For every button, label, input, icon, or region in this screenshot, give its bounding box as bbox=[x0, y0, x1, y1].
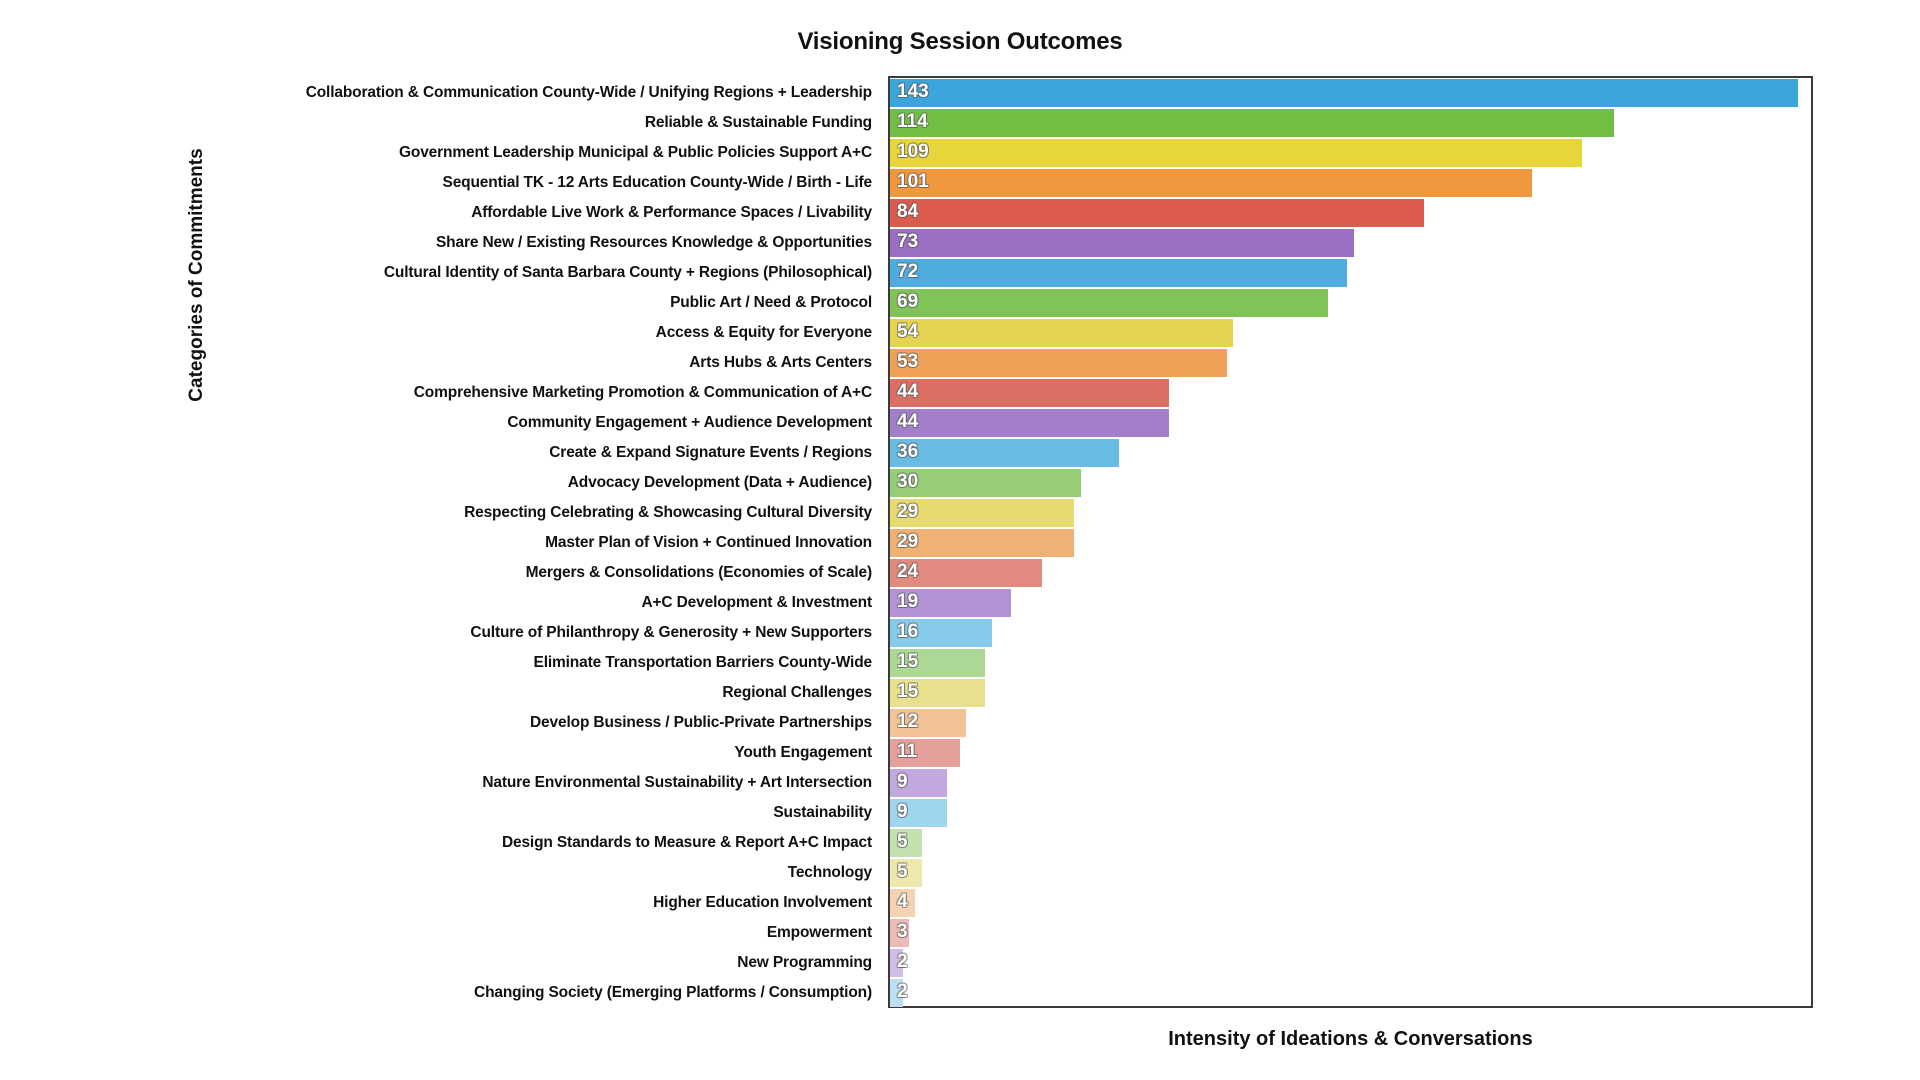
y-tick-label: Sustainability bbox=[773, 804, 872, 821]
bar-row: Mergers & Consolidations (Economies of S… bbox=[526, 558, 1811, 588]
y-tick-label: New Programming bbox=[737, 954, 872, 971]
y-tick-label: A+C Development & Investment bbox=[641, 594, 872, 611]
bar-row: Culture of Philanthropy & Generosity + N… bbox=[470, 618, 1811, 648]
bar bbox=[890, 319, 1233, 347]
bar bbox=[890, 379, 1170, 407]
y-tick-label: Regional Challenges bbox=[722, 684, 872, 701]
bar-row: Create & Expand Signature Events / Regio… bbox=[549, 438, 1811, 468]
bar-row: Reliable & Sustainable Funding 114 bbox=[645, 108, 1811, 138]
y-tick-label: Community Engagement + Audience Developm… bbox=[507, 414, 872, 431]
bar bbox=[890, 559, 1043, 587]
bar bbox=[890, 439, 1119, 467]
bar bbox=[890, 499, 1075, 527]
bar bbox=[890, 709, 967, 737]
y-tick-label: Government Leadership Municipal & Public… bbox=[398, 144, 872, 161]
bar-row: Master Plan of Vision + Continued Innova… bbox=[545, 528, 1811, 558]
bar bbox=[890, 169, 1532, 197]
y-tick-label: Share New / Existing Resources Knowledge… bbox=[435, 234, 872, 251]
bar-chart: Visioning Session Outcomes Categories of… bbox=[0, 0, 1920, 1080]
y-tick-label: Nature Environmental Sustainability + Ar… bbox=[482, 774, 872, 791]
y-tick-label: Arts Hubs & Arts Centers bbox=[689, 354, 872, 371]
y-tick-label: Technology bbox=[787, 864, 872, 881]
bar-row: Cultural Identity of Santa Barbara Count… bbox=[384, 258, 1811, 288]
bar-row: Comprehensive Marketing Promotion & Comm… bbox=[414, 378, 1811, 408]
bar-row: Community Engagement + Audience Developm… bbox=[507, 408, 1811, 438]
bar-row: Changing Society (Emerging Platforms / C… bbox=[474, 978, 1811, 1008]
bar bbox=[890, 409, 1170, 437]
bar bbox=[890, 259, 1348, 287]
y-tick-label: Reliable & Sustainable Funding bbox=[644, 114, 872, 131]
bar bbox=[890, 649, 986, 677]
bar-row: New Programming 2 bbox=[737, 948, 1811, 978]
bar-row: A+C Development & Investment 19 bbox=[641, 588, 1811, 618]
bar-row: Arts Hubs & Arts Centers 53 bbox=[689, 348, 1811, 378]
bar-row: Technology 5 bbox=[788, 858, 1811, 888]
bar-row: Affordable Live Work & Performance Space… bbox=[471, 198, 1811, 228]
bar bbox=[890, 229, 1354, 257]
bar-row: Sustainability 9 bbox=[773, 798, 1811, 828]
y-tick-label: Sequential TK - 12 Arts Education County… bbox=[442, 174, 873, 191]
bar-row: Develop Business / Public-Private Partne… bbox=[530, 708, 1811, 738]
bar bbox=[890, 589, 1011, 617]
y-tick-label: Youth Engagement bbox=[734, 744, 872, 761]
bar bbox=[890, 199, 1424, 227]
bar-row: Nature Environmental Sustainability + Ar… bbox=[482, 768, 1811, 798]
bar-row: Government Leadership Municipal & Public… bbox=[399, 138, 1811, 168]
y-tick-label: Respecting Celebrating & Showcasing Cult… bbox=[464, 504, 872, 521]
bar bbox=[890, 739, 960, 767]
y-tick-label: Public Art / Need & Protocol bbox=[670, 294, 872, 311]
bar-row: Youth Engagement 11 bbox=[734, 738, 1811, 768]
y-tick-label: Empowerment bbox=[766, 924, 872, 941]
bar-row: Collaboration & Communication County-Wid… bbox=[306, 78, 1811, 108]
bar bbox=[890, 349, 1227, 377]
bar bbox=[890, 469, 1081, 497]
bar-row: Sequential TK - 12 Arts Education County… bbox=[443, 168, 1811, 198]
bar-row: Respecting Celebrating & Showcasing Cult… bbox=[464, 498, 1811, 528]
y-tick-label: Higher Education Involvement bbox=[653, 894, 872, 911]
bar-row: Design Standards to Measure & Report A+C… bbox=[502, 828, 1811, 858]
bar bbox=[890, 829, 922, 857]
y-tick-label: Affordable Live Work & Performance Space… bbox=[471, 204, 872, 221]
bar-row: Regional Challenges 15 bbox=[722, 678, 1811, 708]
bar bbox=[890, 949, 903, 977]
y-tick-label: Design Standards to Measure & Report A+C… bbox=[501, 834, 872, 851]
bar bbox=[890, 139, 1583, 167]
plot-area: Collaboration & Communication County-Wid… bbox=[306, 76, 1813, 1008]
bar bbox=[890, 769, 948, 797]
bar bbox=[890, 109, 1615, 137]
x-axis-title: Intensity of Ideations & Conversations bbox=[1168, 1028, 1533, 1050]
bar bbox=[890, 979, 903, 1007]
bar-row: Share New / Existing Resources Knowledge… bbox=[436, 228, 1811, 258]
y-tick-label: Access & Equity for Everyone bbox=[655, 324, 872, 341]
bar-row: Access & Equity for Everyone 54 bbox=[656, 318, 1811, 348]
chart-title: Visioning Session Outcomes bbox=[797, 28, 1123, 55]
bar bbox=[890, 799, 948, 827]
bar bbox=[890, 289, 1329, 317]
bar-row: Advocacy Development (Data + Audience) 30 bbox=[568, 468, 1811, 498]
y-tick-label: Create & Expand Signature Events / Regio… bbox=[549, 444, 872, 461]
bar-row: Eliminate Transportation Barriers County… bbox=[534, 648, 1811, 678]
y-tick-label: Culture of Philanthropy & Generosity + N… bbox=[470, 624, 872, 641]
bar-row: Empowerment 3 bbox=[767, 918, 1811, 948]
y-tick-label: Changing Society (Emerging Platforms / C… bbox=[474, 984, 872, 1001]
bar bbox=[890, 889, 916, 917]
bar bbox=[890, 679, 986, 707]
y-tick-label: Mergers & Consolidations (Economies of S… bbox=[525, 564, 873, 581]
y-tick-label: Develop Business / Public-Private Partne… bbox=[530, 714, 872, 731]
y-tick-label: Advocacy Development (Data + Audience) bbox=[567, 474, 872, 491]
bar bbox=[890, 529, 1075, 557]
bar-row: Public Art / Need & Protocol 69 bbox=[670, 288, 1811, 318]
bar bbox=[890, 619, 992, 647]
bar-row: Higher Education Involvement 4 bbox=[653, 888, 1811, 918]
y-tick-label: Comprehensive Marketing Promotion & Comm… bbox=[413, 384, 872, 401]
y-tick-label: Eliminate Transportation Barriers County… bbox=[533, 654, 873, 671]
bar bbox=[890, 919, 910, 947]
bar bbox=[890, 859, 922, 887]
bar bbox=[890, 79, 1799, 107]
y-tick-label: Collaboration & Communication County-Wid… bbox=[305, 84, 872, 101]
y-tick-label: Cultural Identity of Santa Barbara Count… bbox=[383, 264, 872, 281]
y-tick-label: Master Plan of Vision + Continued Innova… bbox=[545, 534, 872, 551]
